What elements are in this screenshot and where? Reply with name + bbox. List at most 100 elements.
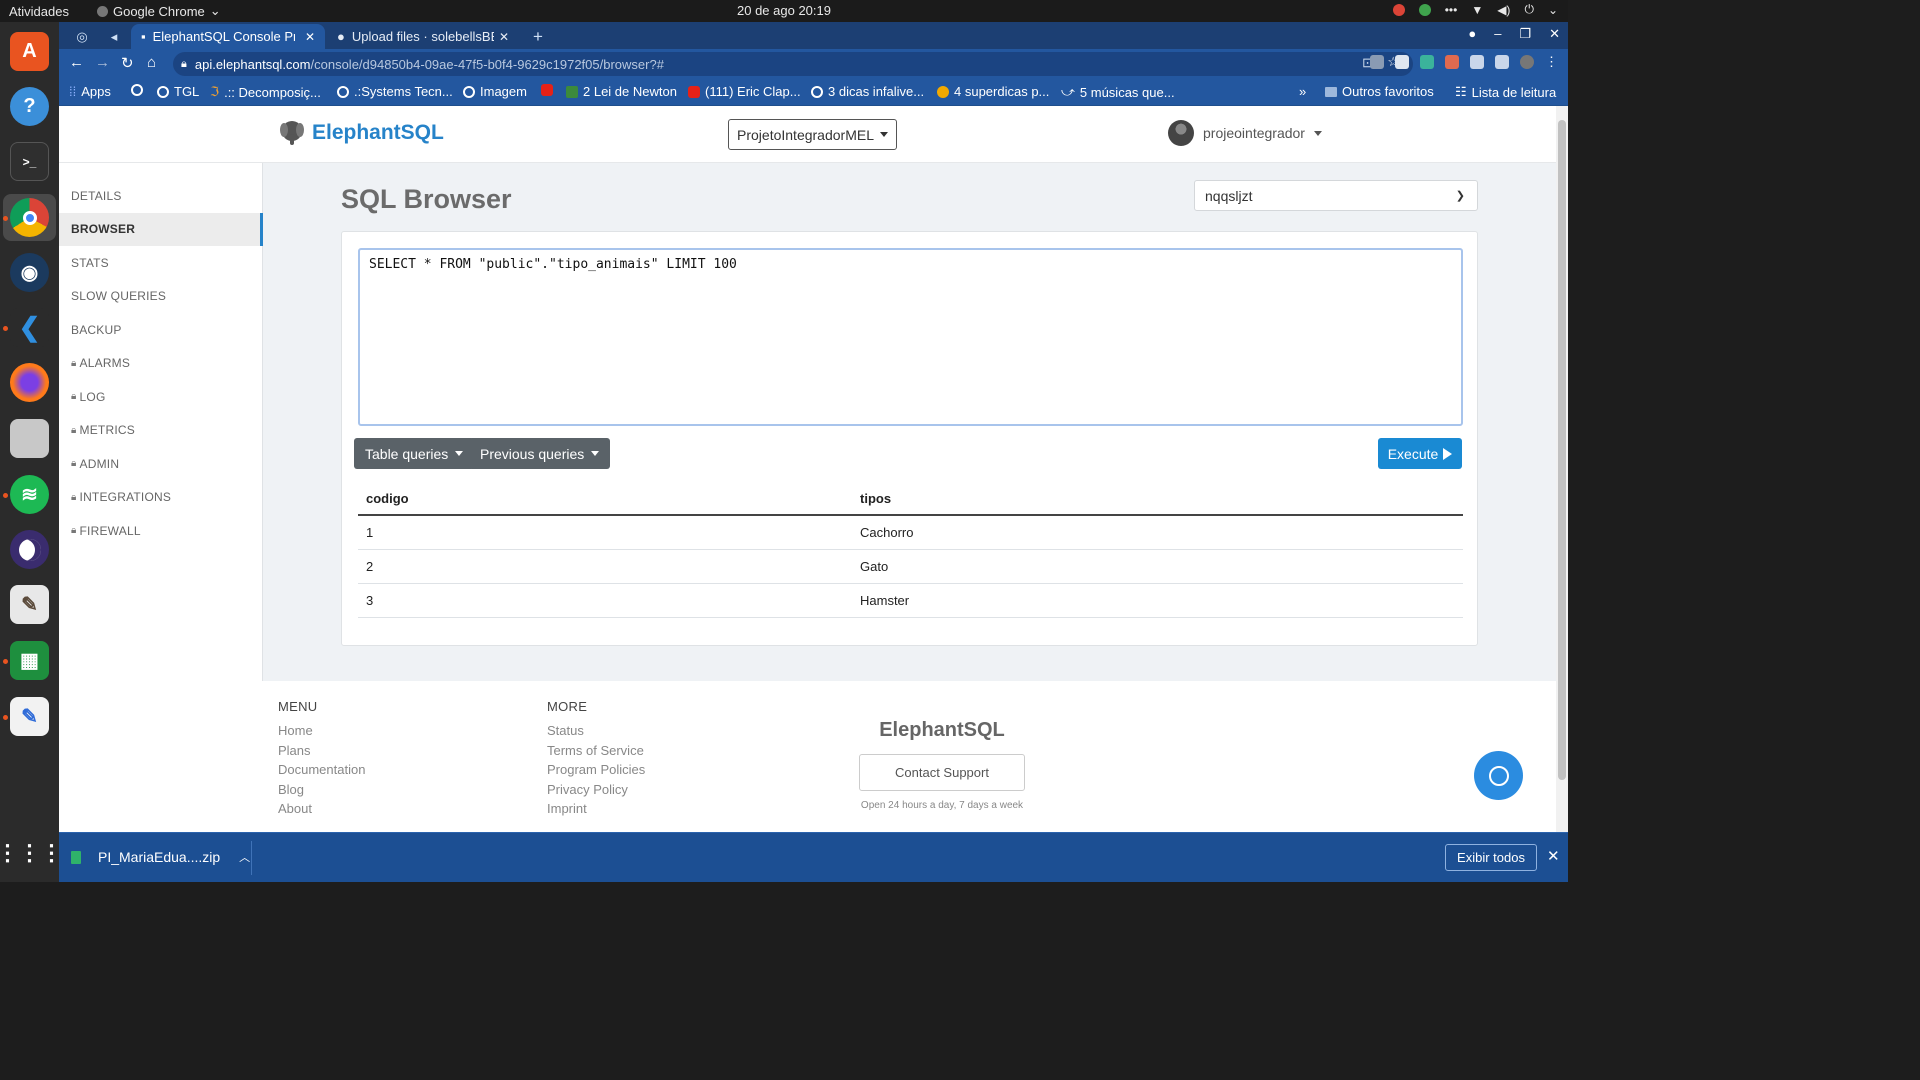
sidebar-item-integrations[interactable]: 🔒︎ INTEGRATIONS <box>59 481 263 514</box>
scrollbar-thumb[interactable] <box>1558 120 1566 780</box>
eclipse-icon[interactable] <box>10 530 49 569</box>
chrome-tray-icon[interactable] <box>1392 3 1405 16</box>
download-item[interactable]: PI_MariaEdua....zip ︿ <box>71 845 250 869</box>
bookmark-other-folder[interactable]: Outros favoritos <box>1325 84 1434 99</box>
show-apps-icon[interactable]: ⋮⋮⋮ <box>0 833 63 872</box>
software-center-icon[interactable]: A <box>10 32 49 71</box>
sidebar-item-alarms[interactable]: 🔒︎ ALARMS <box>59 347 263 380</box>
puzzle-icon[interactable] <box>1470 55 1484 69</box>
footer-link-plans[interactable]: Plans <box>278 743 365 763</box>
reading-mode-icon[interactable] <box>1495 55 1509 69</box>
contact-support-button[interactable]: Contact Support <box>859 754 1025 791</box>
chevron-down-icon[interactable]: ⌄ <box>1548 3 1558 17</box>
sql-query-editor[interactable] <box>358 248 1463 426</box>
sidebar-item-browser[interactable]: BROWSER <box>59 212 263 246</box>
table-row[interactable]: 1 Cachorro <box>358 516 1463 550</box>
bookmark-item[interactable] <box>541 84 553 96</box>
instance-dropdown[interactable]: ProjetoIntegradorMEL <box>728 119 897 150</box>
audio-pinned-tab[interactable]: ◂ <box>99 24 129 49</box>
sidebar-item-admin[interactable]: 🔒︎ ADMIN <box>59 447 263 480</box>
footer-link-about[interactable]: About <box>278 801 365 821</box>
steam-icon[interactable]: ◉ <box>10 253 49 292</box>
table-row[interactable]: 3 Hamster <box>358 584 1463 618</box>
footer-link-imprint[interactable]: Imprint <box>547 801 645 821</box>
bookmark-item[interactable]: 4 superdicas p... <box>937 84 1049 99</box>
footer-link-program-policies[interactable]: Program Policies <box>547 762 645 782</box>
menu-icon[interactable]: ⋮ <box>1545 55 1558 69</box>
lock-icon[interactable]: 🔒︎ <box>181 58 187 71</box>
gimp-icon[interactable]: ✎ <box>10 585 49 624</box>
page-scrollbar[interactable] <box>1556 106 1568 832</box>
reading-list-button[interactable]: ☷ Lista de leitura <box>1455 84 1556 100</box>
system-tray[interactable]: ••• ▼ ◀) ⏻ ⌄ <box>1392 2 1558 17</box>
bookmark-item[interactable]: ℑ.:: Decomposiç... <box>210 84 321 100</box>
update-tray-icon[interactable] <box>1418 3 1431 16</box>
forward-icon[interactable]: → <box>95 54 110 71</box>
tab-elephantsql[interactable]: ▪ ElephantSQL Console Pro ✕ <box>131 24 325 49</box>
extension-icon[interactable] <box>1420 55 1434 69</box>
spotify-icon[interactable]: ≋ <box>10 475 49 514</box>
sidebar-item-details[interactable]: DETAILS <box>59 179 263 212</box>
avatar[interactable] <box>1520 55 1534 69</box>
bookmark-item[interactable]: ⤻ 5 músicas que... <box>1061 84 1175 100</box>
user-menu[interactable]: projeointegrador <box>1168 120 1322 146</box>
chrome-icon[interactable] <box>10 198 49 237</box>
footer-link-home[interactable]: Home <box>278 723 365 743</box>
firefox-icon[interactable] <box>10 363 49 402</box>
extension-icon[interactable] <box>1370 55 1384 69</box>
footer-link-documentation[interactable]: Documentation <box>278 762 365 782</box>
site-logo[interactable]: ElephantSQL <box>279 120 444 146</box>
help-icon[interactable]: ? <box>10 87 49 126</box>
clock[interactable]: 20 de ago 20:19 <box>0 3 1568 18</box>
sidebar-item-firewall[interactable]: 🔒︎ FIREWALL <box>59 514 263 547</box>
bookmark-item[interactable]: 2 Lei de Newton <box>566 84 677 99</box>
power-icon[interactable]: ⏻ <box>1524 2 1534 17</box>
close-tab-icon[interactable]: ✕ <box>305 30 315 44</box>
restore-icon[interactable]: ❐ <box>1519 26 1531 42</box>
table-queries-button[interactable]: Table queries <box>354 438 475 469</box>
volume-icon[interactable]: ◀) <box>1497 3 1510 17</box>
sidebar-item-stats[interactable]: STATS <box>59 246 263 279</box>
sidebar-item-log[interactable]: 🔒︎ LOG <box>59 380 263 413</box>
bookmark-apps[interactable]: ⁞⁞ Apps <box>69 84 111 99</box>
bookmark-item[interactable]: 3 dicas infalive... <box>811 84 924 99</box>
reload-icon[interactable]: ↻ <box>121 54 134 72</box>
extension-icon[interactable] <box>1445 55 1459 69</box>
sidebar-item-backup[interactable]: BACKUP <box>59 313 263 346</box>
new-tab-button[interactable]: + <box>523 24 553 49</box>
files-icon[interactable] <box>10 419 49 458</box>
sidebar-item-metrics[interactable]: 🔒︎ METRICS <box>59 414 263 447</box>
bookmark-item[interactable]: TGL <box>157 84 199 99</box>
footer-link-blog[interactable]: Blog <box>278 782 365 802</box>
bookmark-item[interactable]: Imagem <box>463 84 527 99</box>
profile-icon[interactable]: ● <box>1468 26 1476 42</box>
tab-upload-files[interactable]: ● Upload files · solebellsBE/ ✕ <box>327 24 519 49</box>
show-all-downloads-button[interactable]: Exibir todos <box>1445 844 1537 871</box>
chat-bubble-button[interactable] <box>1474 751 1523 800</box>
database-select[interactable]: nqqsljzt ❯ <box>1194 180 1478 211</box>
more-tray-icon[interactable]: ••• <box>1445 3 1458 17</box>
chevron-up-icon[interactable]: ︿ <box>239 849 250 865</box>
bookmark-item[interactable]: (111) Eric Clap... <box>688 84 801 99</box>
close-window-icon[interactable]: ✕ <box>1549 26 1560 42</box>
home-icon[interactable]: ⌂ <box>147 54 156 71</box>
spreadsheet-icon[interactable]: ▦ <box>10 641 49 680</box>
footer-link-privacy-policy[interactable]: Privacy Policy <box>547 782 645 802</box>
sidebar-item-slow-queries[interactable]: SLOW QUERIES <box>59 280 263 313</box>
table-row[interactable]: 2 Gato <box>358 550 1463 584</box>
text-editor-icon[interactable]: ✎ <box>10 697 49 736</box>
wifi-icon[interactable]: ▼ <box>1471 3 1483 17</box>
close-tab-icon[interactable]: ✕ <box>499 30 509 44</box>
address-bar[interactable]: 🔒︎ api.elephantsql.com/console/d94850b4-… <box>173 52 1413 76</box>
minimize-icon[interactable]: – <box>1494 26 1501 42</box>
footer-link-terms-of-service[interactable]: Terms of Service <box>547 743 645 763</box>
whatsapp-pinned-tab[interactable]: ◎ <box>67 24 97 49</box>
column-header[interactable]: codigo <box>358 491 852 506</box>
bookmarks-overflow-icon[interactable]: » <box>1299 84 1306 99</box>
execute-button[interactable]: Execute <box>1378 438 1462 469</box>
bookmark-item[interactable]: .:Systems Tecn... <box>337 84 453 99</box>
column-header[interactable]: tipos <box>852 491 1463 506</box>
footer-link-status[interactable]: Status <box>547 723 645 743</box>
bookmark-item[interactable] <box>131 84 143 96</box>
previous-queries-button[interactable]: Previous queries <box>469 438 611 469</box>
